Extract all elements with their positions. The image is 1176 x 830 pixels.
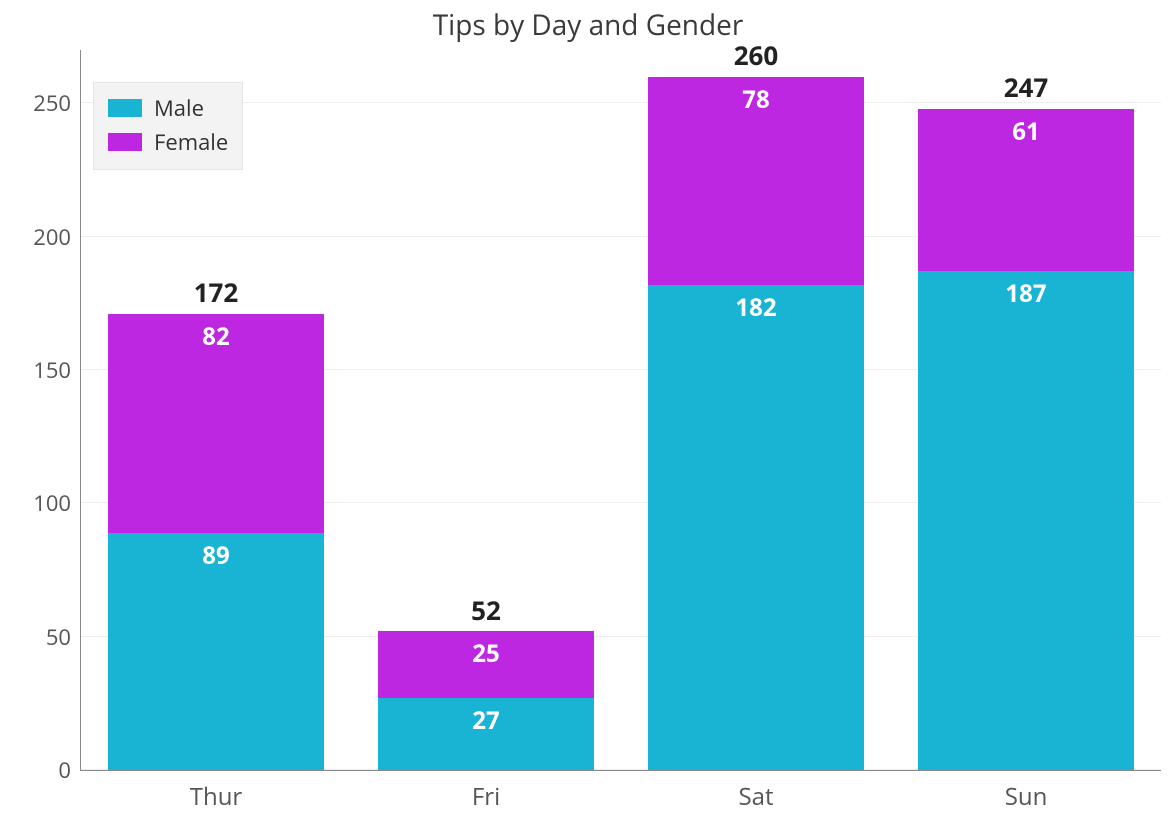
bar-female[interactable]: 78 bbox=[648, 77, 864, 285]
x-tick: Fri bbox=[472, 770, 500, 813]
bar-male[interactable]: 187 bbox=[918, 271, 1134, 770]
chart-container: Tips by Day and Gender 0 50 100 150 200 … bbox=[0, 0, 1176, 830]
x-tick: Sat bbox=[738, 770, 773, 813]
bar-value-female: 61 bbox=[918, 115, 1134, 148]
bar-total: 172 bbox=[108, 274, 324, 310]
bar-value-female: 82 bbox=[108, 320, 324, 353]
y-tick: 200 bbox=[11, 222, 81, 252]
bar-total: 260 bbox=[648, 37, 864, 73]
bar-male[interactable]: 89 bbox=[108, 533, 324, 770]
legend-item-female[interactable]: Female bbox=[108, 127, 228, 157]
y-tick: 100 bbox=[11, 488, 81, 518]
x-tick: Thur bbox=[190, 770, 242, 813]
bar-value-male: 27 bbox=[378, 704, 594, 737]
bar-total: 52 bbox=[378, 592, 594, 628]
bar-value-male: 182 bbox=[648, 291, 864, 324]
legend-item-male[interactable]: Male bbox=[108, 93, 228, 123]
bar-female[interactable]: 25 bbox=[378, 631, 594, 698]
bar-value-female: 78 bbox=[648, 83, 864, 116]
y-tick: 150 bbox=[11, 355, 81, 385]
bar-value-male: 89 bbox=[108, 539, 324, 572]
y-tick: 50 bbox=[11, 622, 81, 652]
bar-female[interactable]: 82 bbox=[108, 314, 324, 533]
bar-value-male: 187 bbox=[918, 277, 1134, 310]
bar-total: 247 bbox=[918, 69, 1134, 105]
legend-label-male: Male bbox=[154, 93, 204, 123]
plot-area: 0 50 100 150 200 250 89 82 172 Thur 27 2… bbox=[80, 50, 1161, 771]
legend: Male Female bbox=[93, 82, 243, 170]
x-tick: Sun bbox=[1005, 770, 1048, 813]
chart-title: Tips by Day and Gender bbox=[0, 6, 1176, 44]
legend-swatch-female bbox=[108, 133, 142, 151]
bar-female[interactable]: 61 bbox=[918, 109, 1134, 272]
legend-swatch-male bbox=[108, 99, 142, 117]
y-tick: 250 bbox=[11, 88, 81, 118]
bar-male[interactable]: 27 bbox=[378, 698, 594, 770]
y-tick: 0 bbox=[11, 755, 81, 785]
bar-value-female: 25 bbox=[378, 637, 594, 670]
bar-male[interactable]: 182 bbox=[648, 285, 864, 770]
legend-label-female: Female bbox=[154, 127, 228, 157]
